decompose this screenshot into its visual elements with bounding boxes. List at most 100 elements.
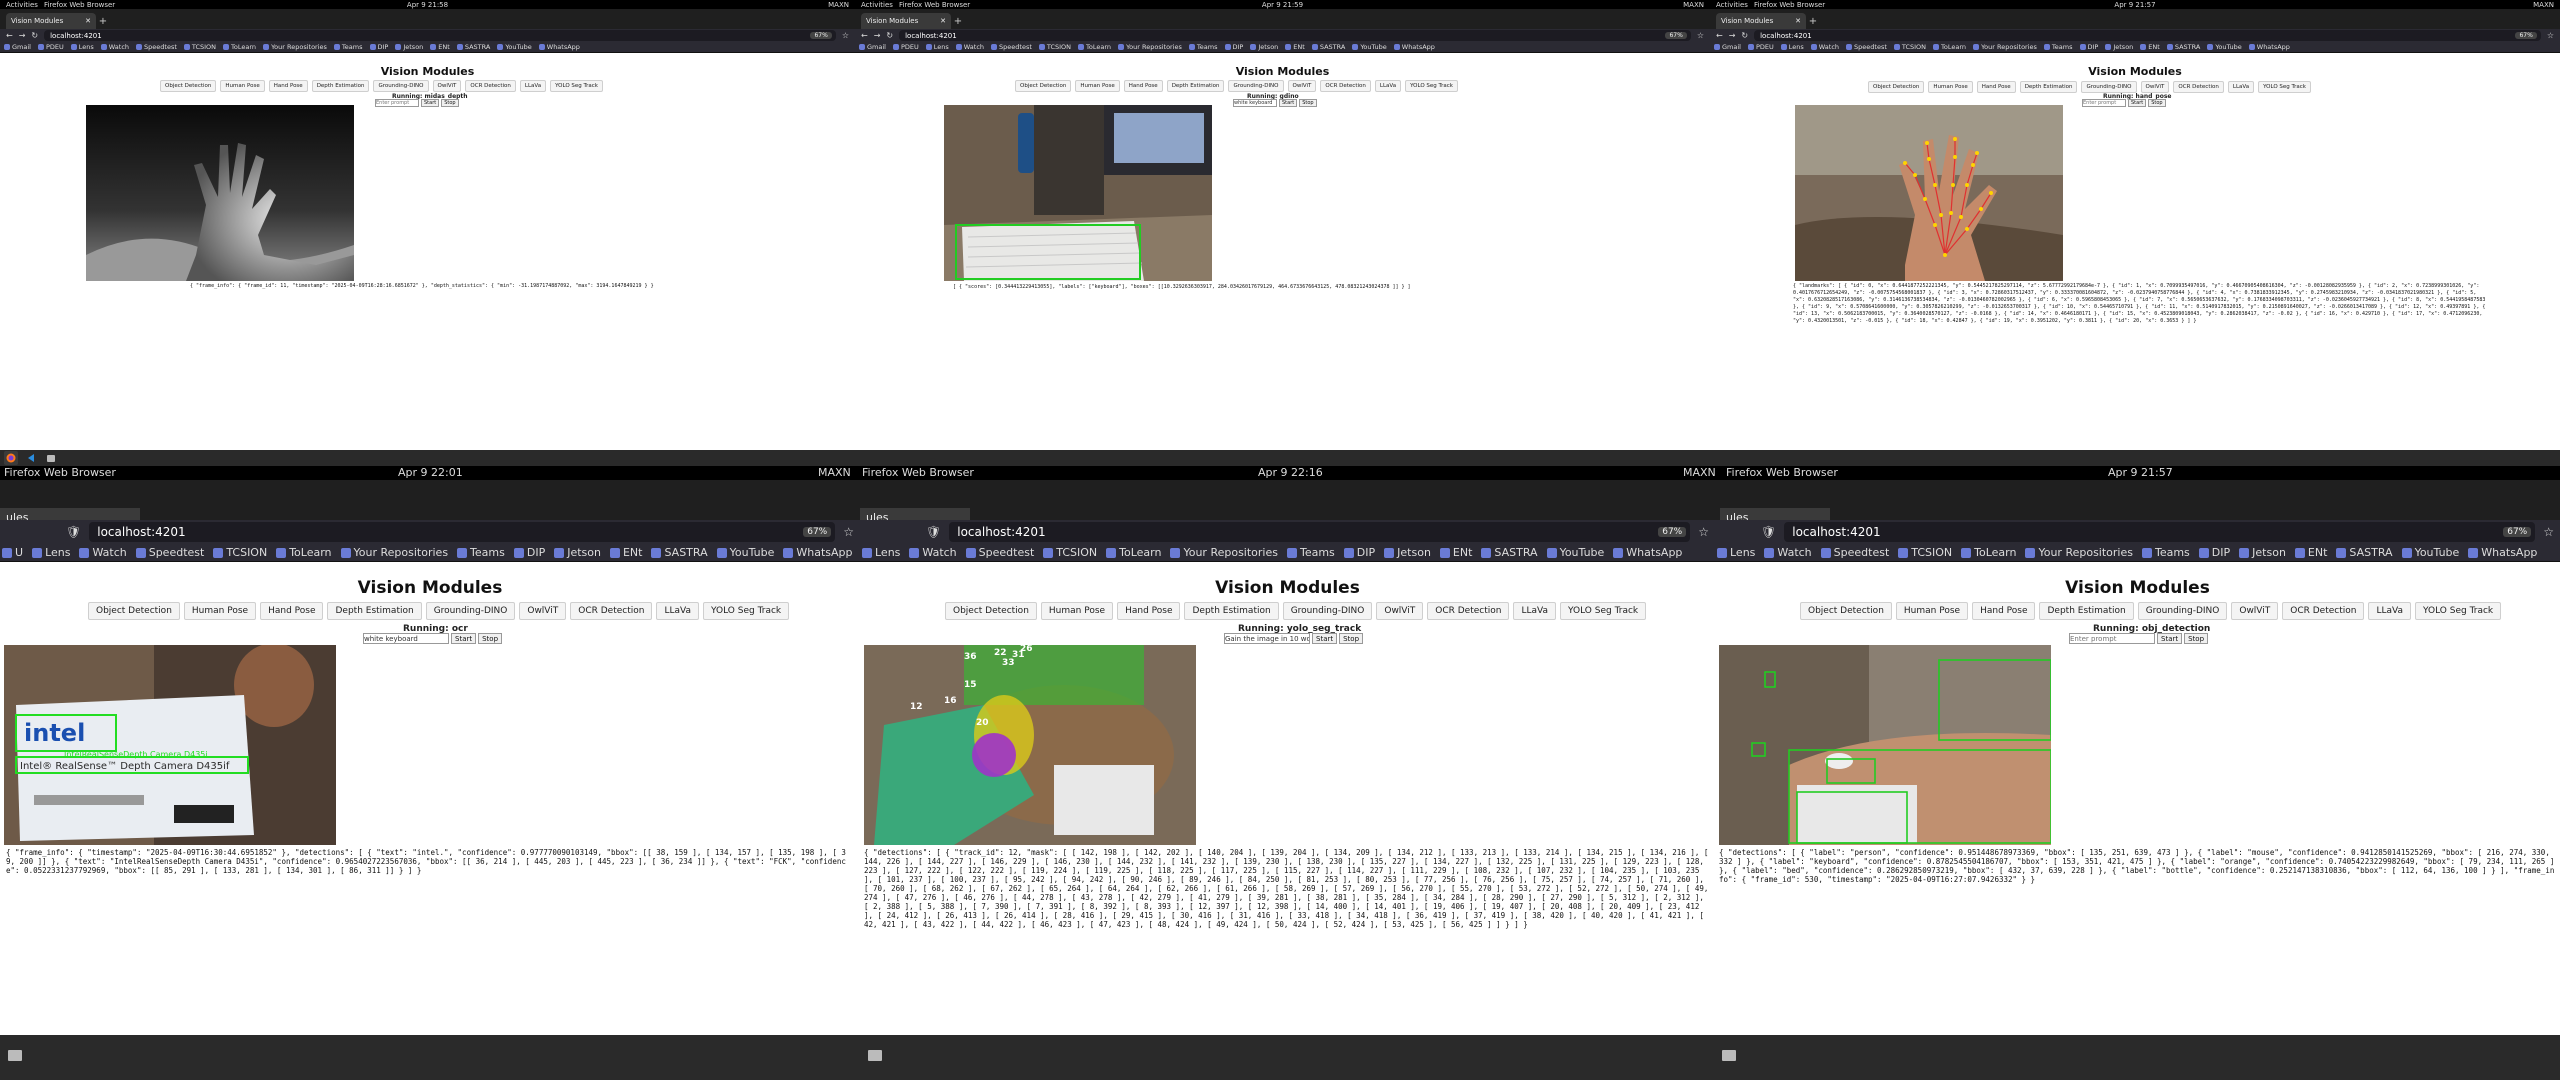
bookmark-whatsapp[interactable]: WhatsApp [538,43,580,51]
bookmark-jetson[interactable]: Jetson [1250,43,1278,51]
bookmark-whatsapp[interactable]: WhatsApp [2468,546,2537,559]
close-icon[interactable]: ✕ [1795,17,1801,25]
bookmark-speedtest[interactable]: Speedtest [135,546,204,559]
app-menu[interactable]: Firefox Web Browser [862,466,974,479]
mode-button-owlvit[interactable]: OwlViT [2231,602,2279,620]
bookmark-pdeu[interactable]: PDEU [1747,43,1774,51]
mode-button-hand-pose[interactable]: Hand Pose [1972,602,2036,620]
mode-button-grounding-dino[interactable]: Grounding-DINO [373,80,429,92]
bookmark-your-repositories[interactable]: Your Repositories [263,43,327,51]
bookmark-lens[interactable]: Lens [70,43,94,51]
bookmark-lens[interactable]: Lens [32,546,70,559]
mode-button-hand-pose[interactable]: Hand Pose [1117,602,1181,620]
mode-button-depth-estimation[interactable]: Depth Estimation [311,80,370,92]
reload-icon[interactable]: ↻ [31,31,38,40]
mode-button-owlvit[interactable]: OwlViT [519,602,567,620]
prompt-input[interactable] [2082,99,2126,107]
mode-button-llava[interactable]: LLaVa [656,602,700,620]
bookmark-ent[interactable]: ENt [1439,546,1472,559]
stop-button[interactable]: Stop [2148,99,2166,107]
bookmark-dip[interactable]: DIP [2079,43,2098,51]
star-icon[interactable]: ☆ [1697,31,1704,40]
bookmark-jetson[interactable]: Jetson [2105,43,2133,51]
bookmark-tolearn[interactable]: ToLearn [1961,546,2016,559]
url-bar[interactable]: localhost:4201 67% [899,30,1691,41]
mode-button-grounding-dino[interactable]: Grounding-DINO [2137,602,2228,620]
stop-button[interactable]: Stop [2184,633,2209,644]
mode-button-yolo-seg-track[interactable]: YOLO Seg Track [2415,602,2502,620]
mode-button-yolo-seg-track[interactable]: YOLO Seg Track [2258,81,2311,93]
prompt-input[interactable] [363,633,449,644]
mode-button-human-pose[interactable]: Human Pose [183,602,257,620]
bookmark-gmail[interactable]: Gmail [859,43,886,51]
mode-button-yolo-seg-track[interactable]: YOLO Seg Track [550,80,603,92]
bookmark-tolearn[interactable]: ToLearn [1933,43,1966,51]
new-tab-button[interactable]: + [951,13,965,29]
app-menu[interactable]: Firefox Web Browser [1726,466,1838,479]
back-icon[interactable]: ← [861,31,868,40]
mode-button-depth-estimation[interactable]: Depth Estimation [2019,81,2078,93]
app-menu[interactable]: Firefox Web Browser [4,466,116,479]
reload-icon[interactable]: ↻ [886,31,893,40]
shield-icon[interactable]: 🛡 [66,525,81,539]
url-bar[interactable]: localhost:4201 67% [949,522,1691,542]
star-icon[interactable]: ☆ [842,31,849,40]
bookmark-tcsion[interactable]: TCSION [1043,546,1097,559]
bookmark-tcsion[interactable]: TCSION [183,43,216,51]
zoom-badge[interactable]: 67% [810,32,832,39]
bookmark-whatsapp[interactable]: WhatsApp [2248,43,2290,51]
bookmark-speedtest[interactable]: Speedtest [991,43,1032,51]
mode-button-grounding-dino[interactable]: Grounding-DINO [1228,80,1284,92]
mode-button-hand-pose[interactable]: Hand Pose [1976,81,2016,93]
app-menu[interactable]: Firefox Web Browser [1754,1,1825,9]
bookmark-watch[interactable]: Watch [955,43,984,51]
mode-button-human-pose[interactable]: Human Pose [1928,81,1973,93]
bookmark-gmail[interactable]: Gmail [4,43,31,51]
bookmark-sastra[interactable]: SASTRA [2336,546,2393,559]
tab-vision-modules[interactable]: Vision Modules ✕ [6,13,96,29]
bookmark-speedtest[interactable]: Speedtest [1820,546,1889,559]
bookmark-your-repositories[interactable]: Your Repositories [2025,546,2133,559]
bookmark-tolearn[interactable]: ToLearn [223,43,256,51]
mode-button-hand-pose[interactable]: Hand Pose [268,80,308,92]
mode-button-depth-estimation[interactable]: Depth Estimation [1166,80,1225,92]
bookmark-your-repositories[interactable]: Your Repositories [1973,43,2037,51]
bookmark-speedtest[interactable]: Speedtest [965,546,1034,559]
bookmark-watch[interactable]: Watch [1764,546,1812,559]
files-icon[interactable] [866,1047,884,1063]
url-bar[interactable]: localhost:4201 67% [89,522,836,542]
bookmark-tolearn[interactable]: ToLearn [276,546,332,559]
start-button[interactable]: Start [421,99,440,107]
mode-button-hand-pose[interactable]: Hand Pose [1123,80,1163,92]
files-icon[interactable] [6,1047,24,1063]
bookmark-sastra[interactable]: SASTRA [456,43,490,51]
files-icon[interactable] [1720,1047,1738,1063]
bookmark-dip[interactable]: DIP [1224,43,1243,51]
mode-button-depth-estimation[interactable]: Depth Estimation [1184,602,1279,620]
start-button[interactable]: Start [2157,633,2183,644]
bookmark-teams[interactable]: Teams [457,546,505,559]
bookmark-watch[interactable]: Watch [100,43,129,51]
mode-button-hand-pose[interactable]: Hand Pose [260,602,324,620]
bookmark-jetson[interactable]: Jetson [554,546,601,559]
back-icon[interactable]: ← [6,31,13,40]
mode-button-llava[interactable]: LLaVa [519,80,547,92]
bookmark-ent[interactable]: ENt [2140,43,2160,51]
zoom-badge[interactable]: 67% [2503,527,2532,537]
bookmark-tolearn[interactable]: ToLearn [1106,546,1161,559]
bookmark-pdeu[interactable]: PDEU [892,43,919,51]
bookmark-watch[interactable]: Watch [909,546,957,559]
bookmark-tcsion[interactable]: TCSION [1898,546,1952,559]
forward-icon[interactable]: → [874,31,881,40]
shield-icon[interactable]: 🛡 [1761,525,1776,539]
bookmark-jetson[interactable]: Jetson [1384,546,1431,559]
bookmark-teams[interactable]: Teams [333,43,363,51]
prompt-input[interactable] [1224,633,1310,644]
stop-button[interactable]: Stop [478,633,503,644]
bookmark-dip[interactable]: DIP [2198,546,2230,559]
bookmark-youtube[interactable]: YouTube [497,43,532,51]
bookmark-jetson[interactable]: Jetson [395,43,423,51]
star-icon[interactable]: ☆ [2543,525,2554,539]
close-icon[interactable]: ✕ [85,17,91,25]
bookmark-youtube[interactable]: YouTube [1546,546,1604,559]
